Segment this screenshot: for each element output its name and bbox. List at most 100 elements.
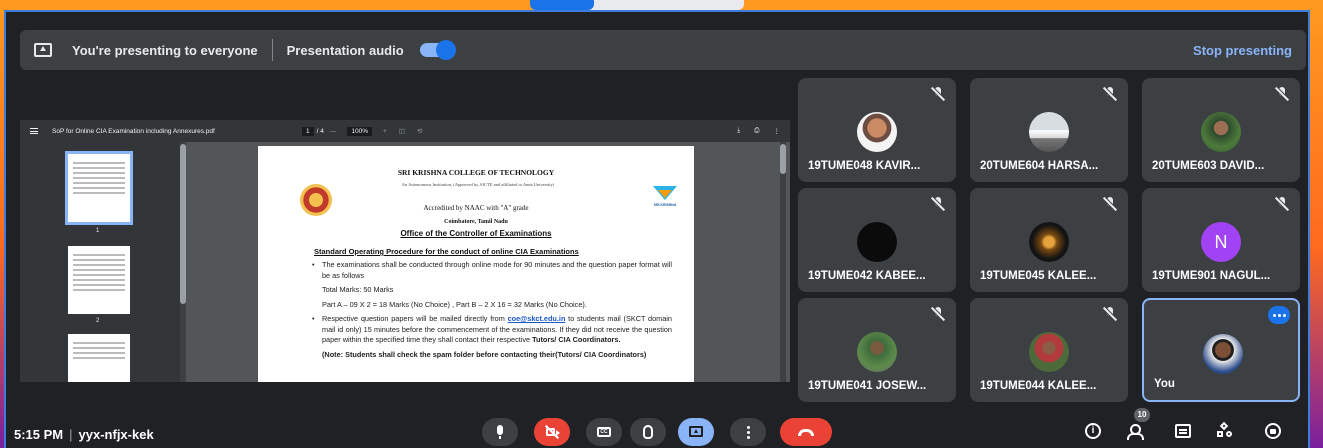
office-title: Office of the Controller of Examinations — [400, 229, 552, 238]
stop-presenting-button[interactable]: Stop presenting — [1193, 43, 1292, 58]
mic-off-icon — [930, 196, 946, 212]
participant-name: 19TUME044 KALEE... — [980, 380, 1097, 392]
avatar — [857, 112, 897, 152]
pdf-scrollbar[interactable] — [780, 142, 786, 382]
zoom-level[interactable]: 100% — [347, 126, 372, 136]
mic-off-icon — [930, 306, 946, 322]
camera-button[interactable] — [534, 418, 570, 446]
avatar — [1201, 112, 1241, 152]
present-screen-icon — [689, 426, 703, 437]
pdf-paragraph: Respective question papers will be maile… — [312, 314, 672, 346]
self-tile[interactable]: You — [1142, 298, 1300, 402]
top-tab-strip — [530, 0, 744, 10]
avatar — [1029, 222, 1069, 262]
raise-hand-button[interactable] — [630, 418, 666, 446]
city-text: Coimbatore, Tamil Nadu — [444, 219, 508, 225]
menu-icon[interactable] — [30, 128, 38, 134]
participant-tile[interactable]: 19TUME044 KALEE... — [970, 298, 1128, 402]
leave-call-button[interactable] — [780, 418, 832, 446]
thumbnail-number: 2 — [96, 318, 100, 324]
participant-name: 20TUME604 HARSA... — [980, 160, 1099, 172]
presentation-audio-toggle[interactable] — [419, 40, 456, 60]
affiliation-text: An Autonomous Institution, (Approved by … — [401, 182, 555, 187]
avatar — [1203, 334, 1243, 374]
pdf-paragraph: Part A – 09 X 2 = 18 Marks (No Choice) ,… — [322, 299, 587, 309]
host-controls-button[interactable] — [1262, 420, 1284, 442]
presenting-banner: You're presenting to everyone Presentati… — [20, 30, 1306, 70]
pdf-paragraph: The examinations shall be conducted thro… — [312, 260, 672, 281]
participant-tile[interactable]: 20TUME604 HARSA... — [970, 78, 1128, 182]
participant-tile[interactable]: 19TUME045 KALEE... — [970, 188, 1128, 292]
meeting-code: yyx-nfjx-kek — [78, 427, 154, 442]
participant-tile[interactable]: N 19TUME901 NAGUL... — [1142, 188, 1300, 292]
page-total: / 4 — [316, 127, 324, 135]
participant-tile[interactable]: 19TUME042 KABEE... — [798, 188, 956, 292]
pdf-page: SRI KRISHNA SRI KRISHNA COLLEGE OF TECHN… — [258, 146, 694, 382]
more-options-button[interactable] — [730, 418, 766, 446]
phone-hangup-icon — [798, 429, 814, 436]
participant-name: 19TUME042 KABEE... — [808, 270, 926, 282]
mic-off-icon — [1102, 86, 1118, 102]
participant-name: 20TUME603 DAVID... — [1152, 160, 1265, 172]
camera-off-icon — [544, 424, 560, 440]
present-button[interactable] — [678, 418, 714, 446]
bottom-control-bar: 5:15 PM | yyx-nfjx-kek CC i 10 — [4, 408, 1310, 448]
page-number-input[interactable]: 1 — [302, 126, 314, 136]
participant-tile[interactable]: 20TUME603 DAVID... — [1142, 78, 1300, 182]
pdf-body: The examinations shall be conducted thro… — [312, 260, 672, 364]
meeting-details-button[interactable]: i — [1082, 420, 1104, 442]
thumbnail-number: 1 — [96, 228, 100, 234]
mic-off-icon — [1274, 196, 1290, 212]
thumbnail-scrollbar[interactable] — [180, 142, 186, 382]
people-button[interactable]: 10 — [1124, 408, 1150, 442]
avatar — [857, 222, 897, 262]
avatar: N — [1201, 222, 1241, 262]
microphone-button[interactable] — [482, 418, 518, 446]
avatar — [857, 332, 897, 372]
pdf-toolbar: SoP for Online CIA Examination including… — [20, 120, 790, 142]
activities-button[interactable] — [1214, 420, 1236, 442]
captions-button[interactable]: CC — [586, 418, 622, 446]
college-name: SRI KRISHNA COLLEGE OF TECHNOLOGY — [397, 168, 555, 177]
people-icon — [1126, 424, 1144, 440]
people-count-badge: 10 — [1134, 408, 1150, 422]
captions-icon: CC — [597, 427, 611, 437]
participant-tile[interactable]: 19TUME048 KAVIR... — [798, 78, 956, 182]
meet-window: You're presenting to everyone Presentati… — [4, 10, 1310, 448]
avatar — [1029, 332, 1069, 372]
thumbnail-sidebar: 1 2 — [20, 142, 186, 382]
mic-off-icon — [1102, 306, 1118, 322]
download-icon[interactable]: ⤓ — [737, 127, 740, 135]
chat-button[interactable] — [1172, 420, 1194, 442]
banner-divider — [271, 39, 273, 61]
thumbnail-page[interactable] — [68, 246, 130, 314]
pdf-paragraph: Total Marks: 50 Marks — [322, 285, 394, 294]
presentation-audio-label: Presentation audio — [286, 42, 404, 58]
shared-screen: SoP for Online CIA Examination including… — [20, 120, 790, 382]
thumbnail-page[interactable] — [68, 334, 130, 382]
participant-name: You — [1154, 378, 1175, 390]
more-options-icon[interactable]: ⋮ — [774, 127, 781, 135]
participant-name: 19TUME045 KALEE... — [980, 270, 1097, 282]
present-screen-icon — [34, 43, 52, 57]
participant-tile[interactable]: 19TUME041 JOSEW... — [798, 298, 956, 402]
print-icon[interactable]: ⎙ — [754, 127, 759, 135]
accreditation-text: Accredited by NAAC with "A" grade — [423, 204, 529, 212]
host-controls-icon — [1265, 423, 1281, 439]
pdf-note: (Note: Students shall check the spam fol… — [322, 349, 647, 359]
sop-heading: Standard Operating Procedure for the con… — [314, 247, 579, 256]
rotate-icon[interactable]: ⟲ — [417, 127, 422, 135]
email-link[interactable]: coe@skct.edu.in — [508, 314, 566, 323]
thumbnail-page[interactable] — [65, 151, 133, 225]
participant-name: 19TUME048 KAVIR... — [808, 160, 921, 172]
more-vert-icon — [746, 425, 750, 439]
pdf-filename: SoP for Online CIA Examination including… — [52, 127, 215, 135]
fit-page-icon[interactable]: ◫ — [399, 127, 405, 135]
meeting-details: 5:15 PM | yyx-nfjx-kek — [14, 427, 154, 442]
tile-options-button[interactable] — [1268, 306, 1290, 324]
chat-icon — [1175, 424, 1191, 438]
zoom-in-button[interactable]: + — [383, 128, 387, 135]
activities-icon — [1217, 421, 1233, 439]
mic-off-icon — [930, 86, 946, 102]
zoom-out-button[interactable]: — — [330, 128, 337, 135]
